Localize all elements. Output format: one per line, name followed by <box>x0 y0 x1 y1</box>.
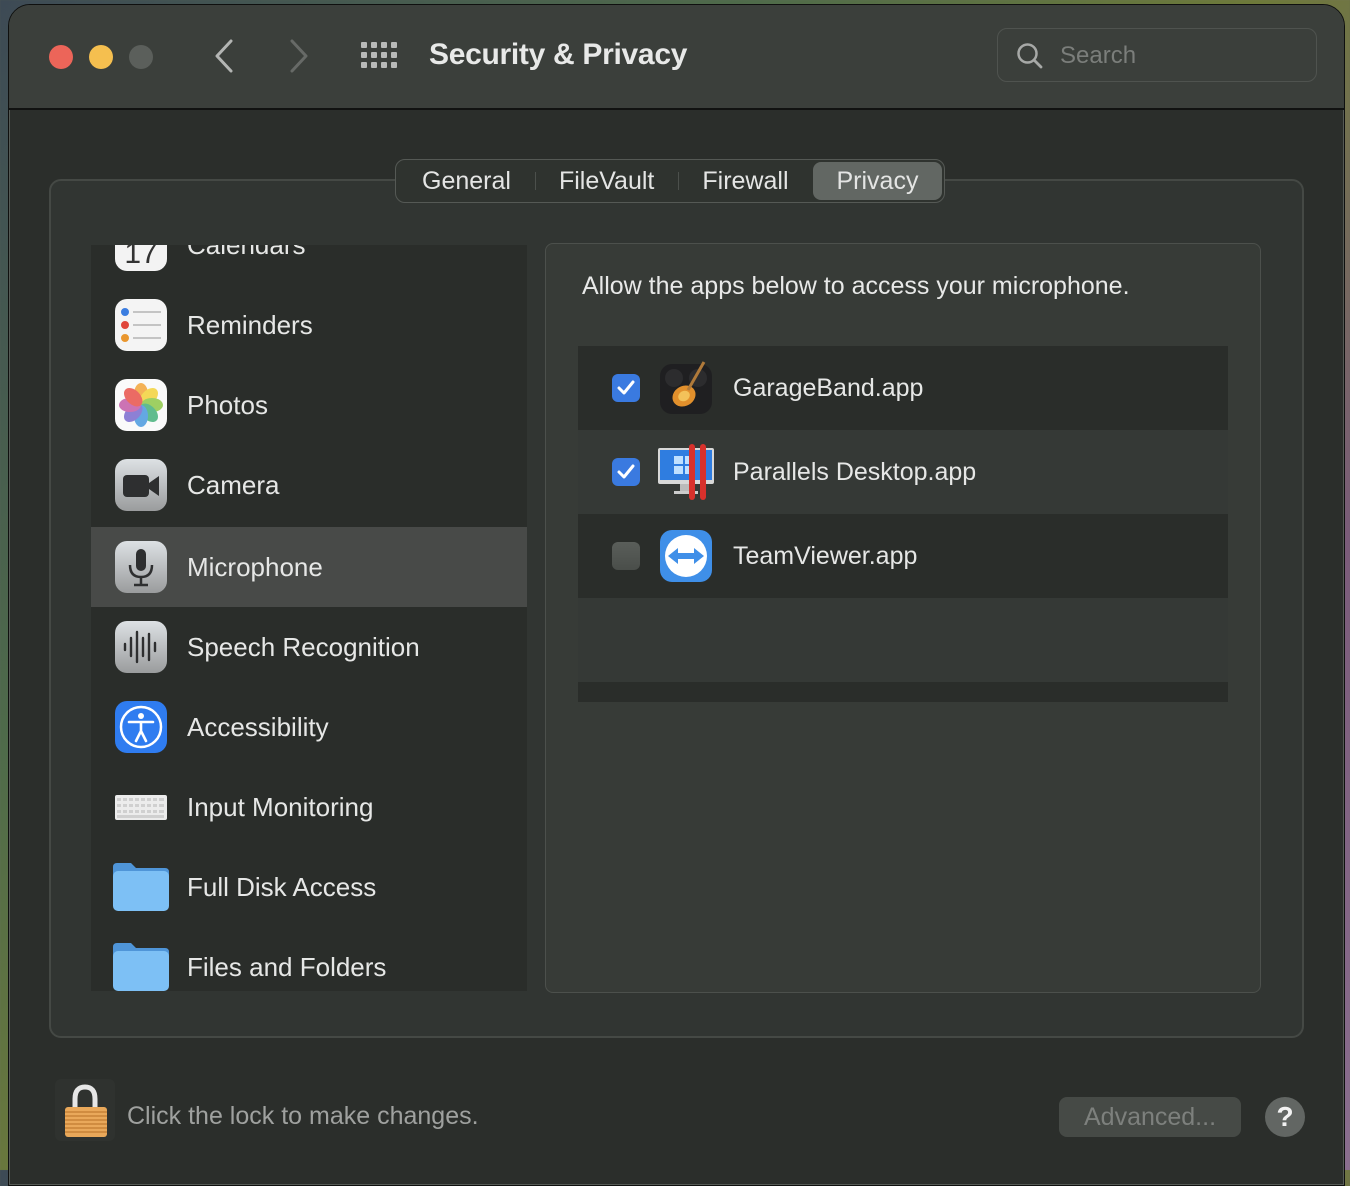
sidebar-item-photos[interactable]: Photos <box>91 365 527 445</box>
sidebar-item-label: Full Disk Access <box>187 871 377 902</box>
keyboard-icon <box>115 795 167 820</box>
tab-firewall[interactable]: Firewall <box>678 162 812 200</box>
checkmark-icon <box>617 464 635 479</box>
sidebar-item-camera[interactable]: Camera <box>91 445 527 525</box>
microphone-permissions-pane: Allow the apps below to access your micr… <box>545 243 1261 993</box>
tab-filevault[interactable]: FileVault <box>534 162 678 200</box>
tab-bar: General FileVault Firewall Privacy <box>395 159 946 203</box>
zoom-button[interactable] <box>129 45 153 69</box>
permission-description: Allow the apps below to access your micr… <box>582 272 1130 300</box>
sidebar-item-speech-recognition[interactable]: Speech Recognition <box>91 607 527 687</box>
tab-general[interactable]: General <box>398 162 535 200</box>
sidebar-item-label: Reminders <box>187 309 313 340</box>
sidebar-item-reminders[interactable]: Reminders <box>91 285 527 365</box>
search-field[interactable] <box>997 28 1317 82</box>
parallels-checkbox[interactable] <box>612 458 640 486</box>
minimize-button[interactable] <box>89 45 113 69</box>
empty-row <box>578 598 1228 682</box>
checkmark-icon <box>617 380 635 395</box>
calendar-icon: 17 <box>115 245 167 271</box>
advanced-button[interactable]: Advanced... <box>1059 1097 1241 1137</box>
app-list[interactable]: GarageBand.app Parallels Desktop.app Tea… <box>578 346 1228 702</box>
app-name: GarageBand.app <box>733 373 924 402</box>
show-all-button[interactable] <box>361 42 399 72</box>
close-button[interactable] <box>49 45 73 69</box>
window-title: Security & Privacy <box>429 38 688 71</box>
garageband-icon <box>660 361 712 414</box>
photos-icon <box>115 379 167 431</box>
app-name: Parallels Desktop.app <box>733 457 977 486</box>
teamviewer-icon <box>660 530 712 582</box>
search-input[interactable] <box>1058 37 1302 75</box>
sidebar-item-label: Speech Recognition <box>187 631 420 662</box>
sidebar-item-label: Microphone <box>187 551 323 582</box>
accessibility-icon <box>115 701 167 753</box>
back-button[interactable] <box>209 35 239 77</box>
svg-text:17: 17 <box>124 245 157 270</box>
reminders-icon <box>115 299 167 351</box>
sidebar-item-label: Files and Folders <box>187 951 387 982</box>
sidebar-item-calendars[interactable]: 17 Calendars <box>91 245 527 285</box>
folder-icon <box>113 943 169 991</box>
sidebar-item-label: Input Monitoring <box>187 791 374 822</box>
sidebar-item-microphone[interactable]: Microphone <box>91 527 527 607</box>
sidebar-item-input-monitoring[interactable]: Input Monitoring <box>91 767 527 847</box>
teamviewer-checkbox[interactable] <box>612 542 640 570</box>
title-bar: Security & Privacy <box>9 5 1344 110</box>
privacy-category-list[interactable]: 17 Calendars Reminders Photos <box>91 245 527 991</box>
grid-icon <box>361 42 367 48</box>
sidebar-item-label: Camera <box>187 469 280 500</box>
sidebar-item-label: Accessibility <box>187 711 329 742</box>
search-icon <box>1017 43 1043 69</box>
camera-icon <box>115 459 167 511</box>
security-privacy-window: Security & Privacy General FileVault Fir… <box>8 4 1345 1186</box>
sidebar-item-accessibility[interactable]: Accessibility <box>91 687 527 767</box>
sidebar-item-full-disk-access[interactable]: Full Disk Access <box>91 847 527 927</box>
padlock-icon <box>65 1084 107 1137</box>
app-row-garageband[interactable]: GarageBand.app <box>578 346 1228 430</box>
forward-button[interactable] <box>284 35 314 77</box>
sidebar-item-label: Calendars <box>187 245 306 261</box>
tab-privacy[interactable]: Privacy <box>812 162 943 200</box>
app-row-parallels[interactable]: Parallels Desktop.app <box>578 430 1228 514</box>
chevron-left-icon <box>215 39 233 73</box>
parallels-icon <box>658 444 714 500</box>
app-row-teamviewer[interactable]: TeamViewer.app <box>578 514 1228 598</box>
sidebar-item-label: Photos <box>187 389 268 420</box>
waveform-icon <box>115 621 167 673</box>
garageband-checkbox[interactable] <box>612 374 640 402</box>
microphone-icon <box>115 541 167 593</box>
help-button[interactable]: ? <box>1265 1097 1305 1137</box>
app-name: TeamViewer.app <box>733 541 918 570</box>
folder-icon <box>113 863 169 911</box>
sidebar-item-files-and-folders[interactable]: Files and Folders <box>91 927 527 991</box>
chevron-right-icon <box>290 39 308 73</box>
lock-button[interactable] <box>55 1079 115 1141</box>
lock-message: Click the lock to make changes. <box>127 1102 479 1130</box>
